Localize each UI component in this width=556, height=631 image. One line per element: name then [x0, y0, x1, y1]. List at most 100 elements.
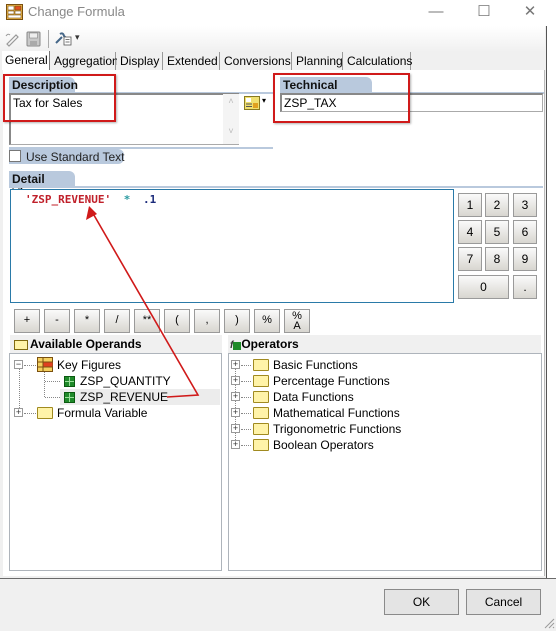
use-standard-text-label: Use Standard Text — [26, 150, 125, 164]
keypad-decimal-button[interactable]: . — [513, 275, 537, 299]
detail-view-label: Detail View — [9, 171, 75, 200]
tree-node-data-functions[interactable]: Data Functions — [273, 389, 354, 405]
scroll-down-icon[interactable]: ˅ — [223, 126, 239, 136]
use-standard-text-checkbox[interactable] — [9, 150, 21, 162]
tree-line — [44, 372, 45, 397]
operators-header: f Operators — [228, 335, 541, 353]
tree-line — [24, 365, 36, 366]
close-button[interactable]: ✕ — [507, 0, 553, 26]
annotation-box-technical-name — [273, 73, 410, 123]
tree-node-formula-variable[interactable]: Formula Variable — [57, 405, 147, 421]
open-folder-icon — [14, 339, 28, 350]
tree-node-trigonometric-functions[interactable]: Trigonometric Functions — [273, 421, 401, 437]
operator-minus-button[interactable]: - — [44, 309, 70, 333]
scroll-up-icon[interactable]: ˄ — [223, 96, 239, 106]
key-figures-table-icon — [37, 357, 53, 372]
tab-conversions[interactable]: Conversions — [221, 52, 292, 70]
operator-plus-button[interactable]: + — [14, 309, 40, 333]
detail-view-group-line — [9, 186, 543, 188]
tree-node-zsp-quantity[interactable]: ZSP_QUANTITY — [80, 373, 171, 389]
available-operands-header: Available Operands — [10, 335, 222, 353]
edit-pencil-icon[interactable] — [4, 31, 20, 47]
available-operands-title: Available Operands — [30, 337, 142, 351]
background-window-edge — [546, 26, 556, 586]
toolbar — [0, 26, 545, 52]
operators-title: Operators — [241, 337, 299, 351]
folder-icon — [253, 407, 269, 419]
operator-multiply-button[interactable]: * — [74, 309, 100, 333]
expand-mathematical-functions-icon[interactable]: + — [231, 408, 240, 417]
formula-editor[interactable]: 'ZSP_REVENUE' * .1 — [10, 189, 454, 303]
collapse-key-figures-icon[interactable]: − — [14, 360, 23, 369]
folder-icon — [253, 391, 269, 403]
tab-aggregation[interactable]: Aggregation — [51, 52, 119, 70]
tree-line — [241, 365, 251, 366]
formula-app-icon — [6, 4, 23, 20]
tree-line — [241, 429, 251, 430]
key-figure-icon — [64, 376, 75, 387]
keypad-4-button[interactable]: 4 — [458, 220, 482, 244]
expand-trigonometric-functions-icon[interactable]: + — [231, 424, 240, 433]
tree-line — [45, 397, 60, 398]
tree-line — [241, 397, 251, 398]
tree-node-basic-functions[interactable]: Basic Functions — [273, 357, 358, 373]
keypad-3-button[interactable]: 3 — [513, 193, 537, 217]
template-dropdown-arrow[interactable]: ▾ — [262, 96, 266, 105]
tab-planning[interactable]: Planning — [293, 52, 343, 70]
operator-power-button[interactable]: ** — [134, 309, 160, 333]
keypad-5-button[interactable]: 5 — [485, 220, 509, 244]
tree-node-boolean-operators[interactable]: Boolean Operators — [273, 437, 374, 453]
expand-data-functions-icon[interactable]: + — [231, 392, 240, 401]
keypad-6-button[interactable]: 6 — [513, 220, 537, 244]
text-template-icon[interactable] — [244, 96, 260, 110]
tree-node-key-figures[interactable]: Key Figures — [57, 357, 121, 373]
keypad-1-button[interactable]: 1 — [458, 193, 482, 217]
ok-button[interactable]: OK — [384, 589, 459, 615]
folder-icon — [253, 423, 269, 435]
operator-open-paren-button[interactable]: ( — [164, 309, 190, 333]
operator-percent-a-button[interactable]: % A — [284, 309, 310, 333]
keypad-9-button[interactable]: 9 — [513, 247, 537, 271]
formula-operand: 'ZSP_REVENUE' — [25, 193, 112, 206]
operator-close-paren-button[interactable]: ) — [224, 309, 250, 333]
tab-extended[interactable]: Extended — [164, 52, 220, 70]
resize-grip-icon[interactable] — [543, 617, 555, 629]
tree-line — [241, 413, 251, 414]
tree-line — [19, 368, 20, 412]
cancel-button[interactable]: Cancel — [466, 589, 541, 615]
tree-node-mathematical-functions[interactable]: Mathematical Functions — [273, 405, 400, 421]
tab-general[interactable]: General — [2, 51, 50, 70]
folder-icon — [253, 359, 269, 371]
folder-icon — [37, 407, 53, 419]
keypad-2-button[interactable]: 2 — [485, 193, 509, 217]
annotation-box-description — [3, 74, 116, 122]
keypad-0-button[interactable]: 0 — [458, 275, 509, 299]
tab-calculations[interactable]: Calculations — [344, 52, 412, 70]
minimize-button[interactable]: — — [413, 0, 459, 26]
operator-comma-button[interactable]: , — [194, 309, 220, 333]
expand-boolean-operators-icon[interactable]: + — [231, 440, 240, 449]
expand-basic-functions-icon[interactable]: + — [231, 360, 240, 369]
window-title: Change Formula — [28, 4, 125, 19]
formula-operator: * — [123, 193, 131, 206]
key-figure-icon — [64, 392, 75, 403]
tools-dropdown-arrow[interactable]: ▾ — [75, 32, 80, 43]
operator-divide-button[interactable]: / — [104, 309, 130, 333]
folder-icon — [253, 375, 269, 387]
save-disk-icon[interactable] — [26, 31, 41, 47]
keypad-7-button[interactable]: 7 — [458, 247, 482, 271]
tree-line — [45, 381, 60, 382]
keypad-8-button[interactable]: 8 — [485, 247, 509, 271]
tree-line — [241, 381, 251, 382]
expand-formula-variable-icon[interactable]: + — [14, 408, 23, 417]
tab-display[interactable]: Display — [117, 52, 163, 70]
operator-percent-button[interactable]: % — [254, 309, 280, 333]
tree-line — [241, 445, 251, 446]
tools-wrench-icon[interactable] — [54, 31, 72, 47]
maximize-button[interactable]: ☐ — [461, 0, 507, 26]
tree-node-zsp-revenue[interactable]: ZSP_REVENUE — [80, 389, 168, 405]
tree-node-percentage-functions[interactable]: Percentage Functions — [273, 373, 390, 389]
tree-line — [24, 413, 36, 414]
expand-percentage-functions-icon[interactable]: + — [231, 376, 240, 385]
description-scrollbar[interactable]: ˄ ˅ — [223, 94, 239, 144]
